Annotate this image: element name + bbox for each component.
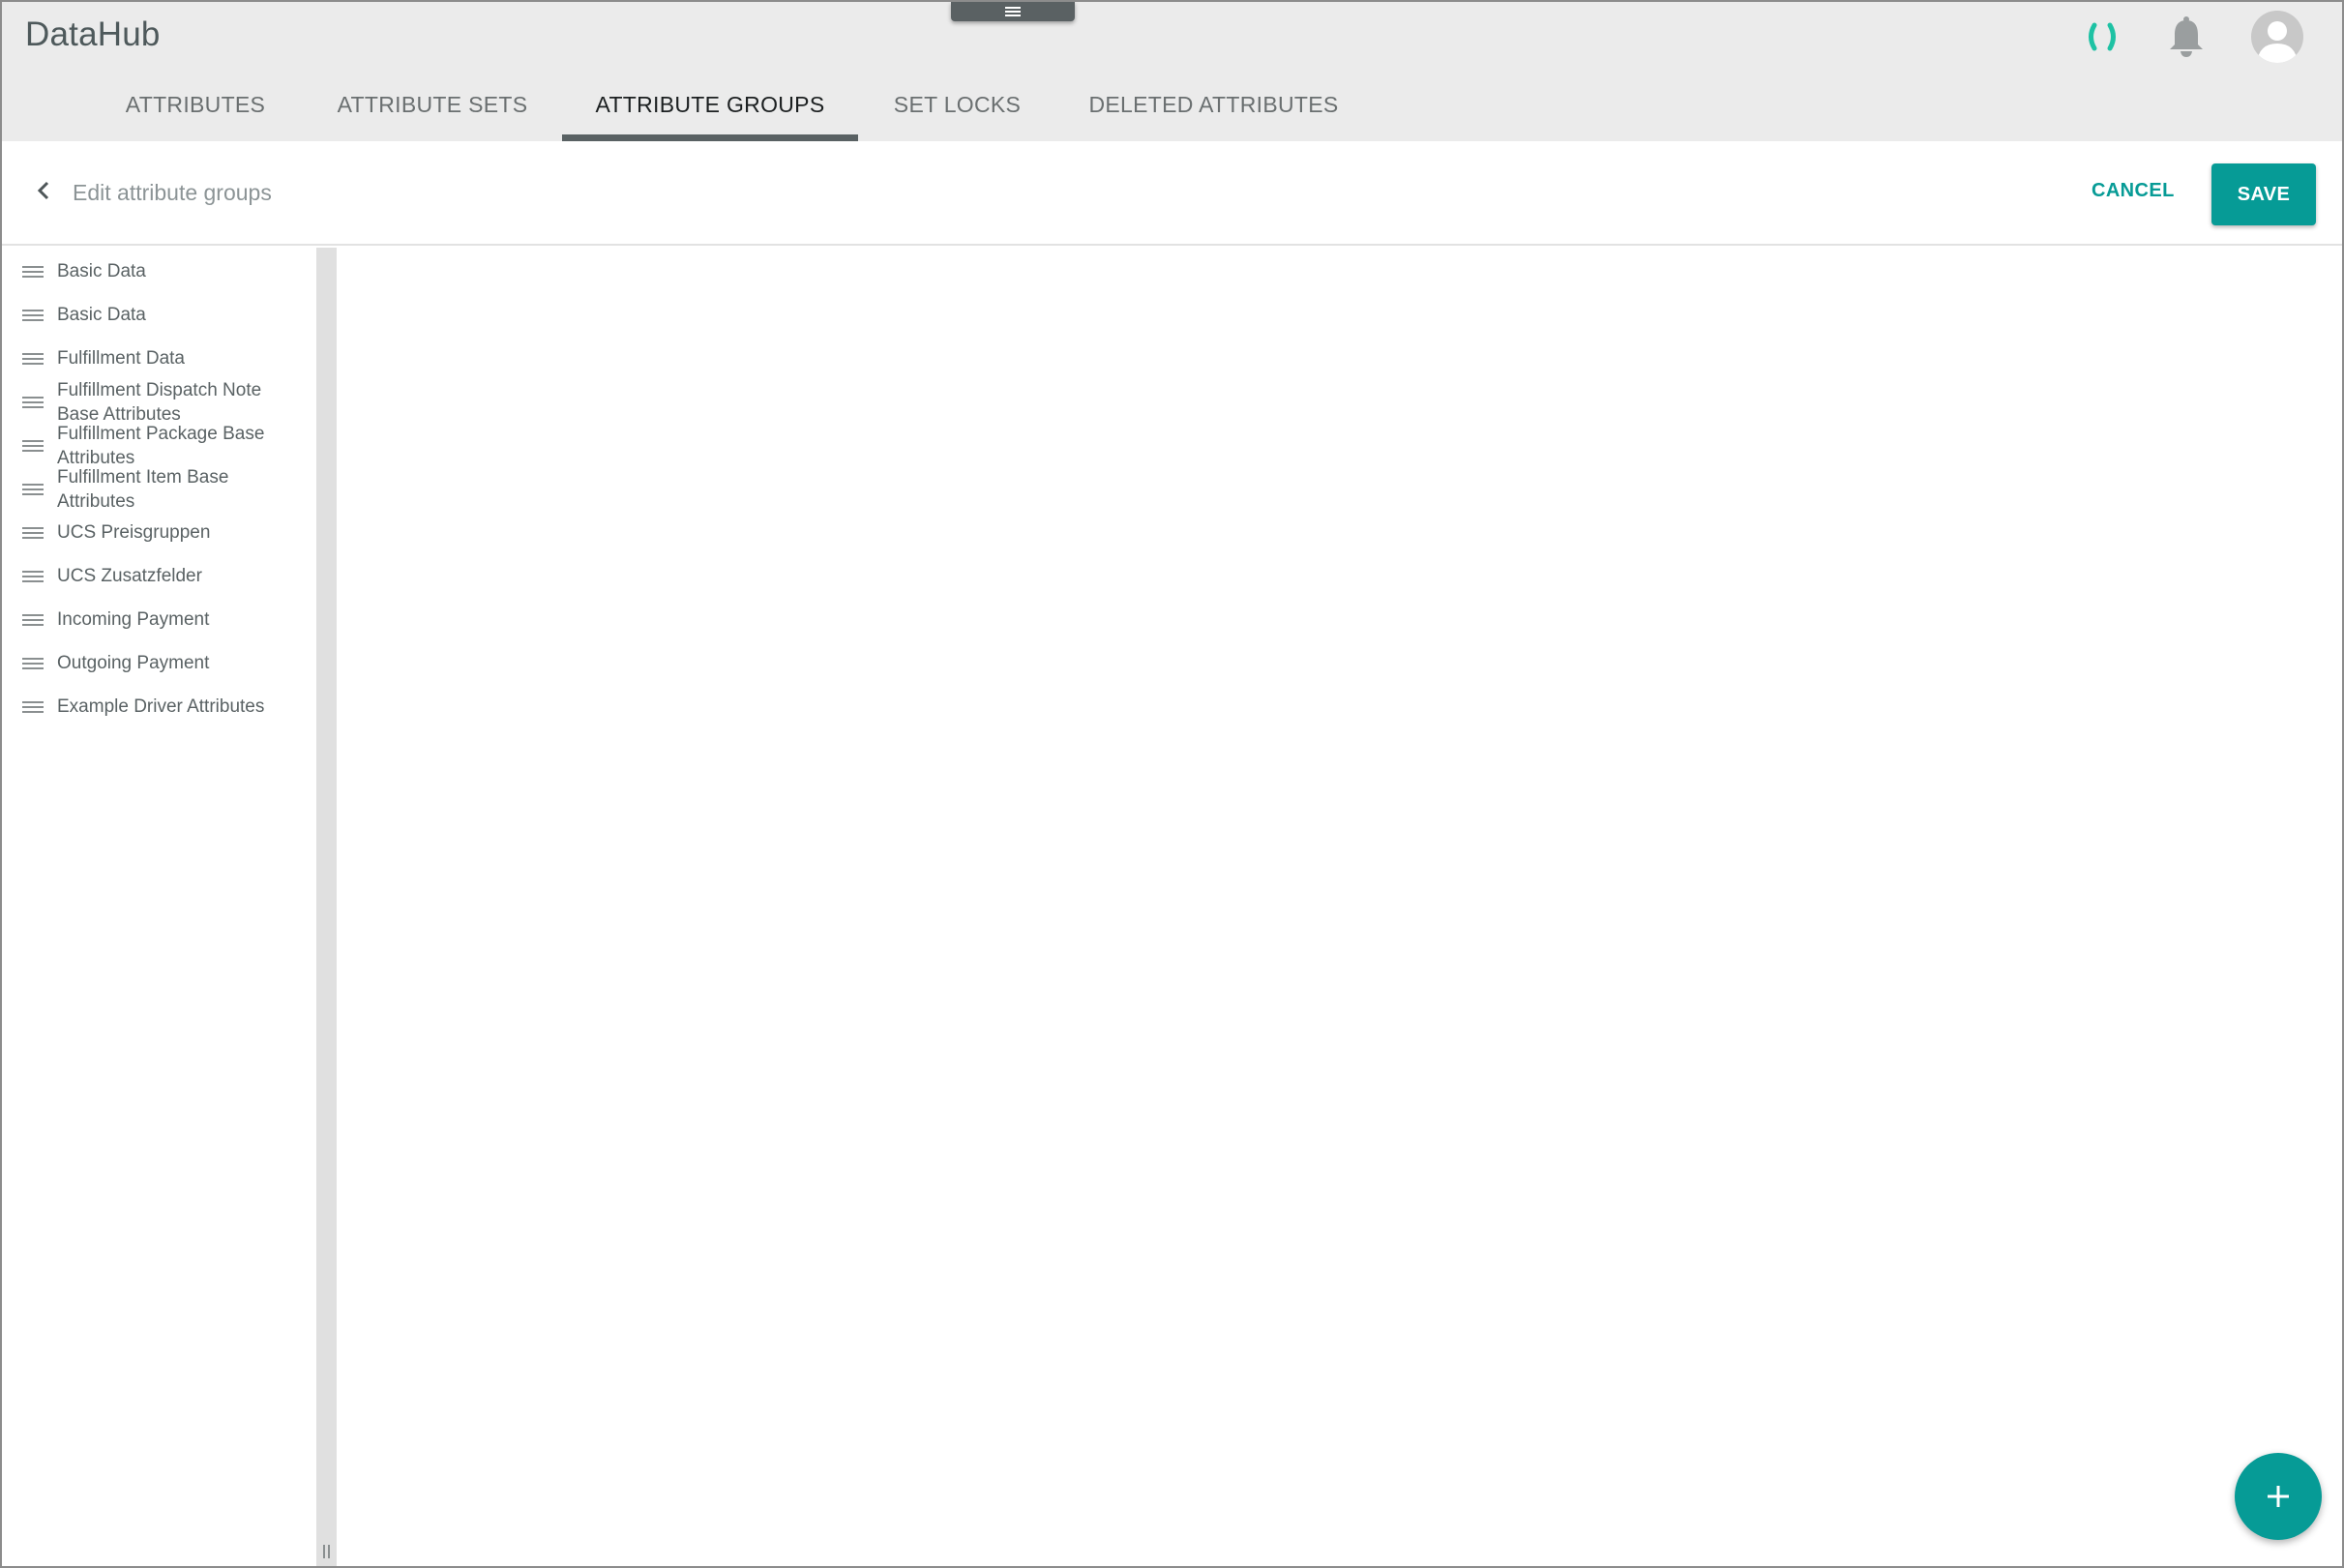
edit-toolbar: Edit attribute groups CANCEL SAVE	[2, 141, 2342, 246]
drag-handle-icon[interactable]	[22, 439, 44, 453]
attribute-group-label: Basic Data	[57, 261, 146, 281]
attribute-group-item[interactable]: Basic Data	[2, 250, 316, 293]
drag-handle-icon[interactable]	[22, 657, 44, 670]
drag-handle-icon[interactable]	[22, 700, 44, 714]
tab-deleted-attributes[interactable]: DELETED ATTRIBUTES	[1076, 83, 1351, 141]
attribute-group-item[interactable]: UCS Zusatzfelder	[2, 554, 316, 598]
attribute-group-label: UCS Preisgruppen	[57, 522, 211, 543]
app-title: DataHub	[25, 15, 161, 53]
tab-attribute-groups[interactable]: ATTRIBUTE GROUPS	[562, 83, 858, 141]
attribute-group-label: UCS Zusatzfelder	[57, 566, 202, 586]
drag-handle-icon[interactable]	[22, 309, 44, 322]
page-title: Edit attribute groups	[73, 180, 272, 205]
attribute-group-item[interactable]: Fulfillment Dispatch Note Base Attribute…	[2, 379, 316, 425]
drag-handle-icon[interactable]	[22, 396, 44, 409]
tab-attribute-sets[interactable]: ATTRIBUTE SETS	[321, 83, 544, 141]
attribute-group-item[interactable]: Fulfillment Item Base Attributes	[2, 466, 316, 512]
app-header: DataHub ATTRIBUTES ATTRIBUTE SETS ATTRIB…	[2, 2, 2342, 141]
menu-handle-button[interactable]	[951, 2, 1075, 21]
attribute-group-label: Outgoing Payment	[57, 653, 210, 673]
user-avatar[interactable]	[2251, 11, 2303, 63]
tab-bar: ATTRIBUTES ATTRIBUTE SETS ATTRIBUTE GROU…	[2, 83, 2342, 141]
tab-attributes[interactable]: ATTRIBUTES	[108, 83, 282, 141]
resize-grip-icon[interactable]	[322, 1545, 332, 1558]
attribute-group-label: Fulfillment Package Base Attributes	[57, 423, 265, 468]
tab-label: DELETED ATTRIBUTES	[1088, 92, 1339, 117]
attribute-group-item[interactable]: Fulfillment Data	[2, 337, 316, 380]
attribute-group-label: Example Driver Attributes	[57, 696, 265, 717]
app-window: DataHub ATTRIBUTES ATTRIBUTE SETS ATTRIB…	[0, 0, 2344, 1568]
tab-label: ATTRIBUTE GROUPS	[595, 92, 825, 117]
add-group-button[interactable]	[2235, 1453, 2322, 1540]
drag-handle-icon[interactable]	[22, 352, 44, 366]
attribute-group-label: Incoming Payment	[57, 609, 210, 630]
drag-handle-icon[interactable]	[22, 265, 44, 279]
tab-label: ATTRIBUTES	[125, 92, 266, 117]
chevron-left-icon[interactable]	[31, 178, 56, 203]
attribute-group-item[interactable]: UCS Preisgruppen	[2, 511, 316, 554]
bell-icon[interactable]	[2167, 15, 2206, 58]
attribute-group-label: Fulfillment Dispatch Note Base Attribute…	[57, 379, 262, 425]
drag-handle-icon[interactable]	[22, 526, 44, 540]
active-tab-indicator	[562, 134, 858, 141]
attribute-group-label: Fulfillment Data	[57, 348, 185, 369]
save-button[interactable]: SAVE	[2211, 163, 2316, 225]
group-detail-panel	[337, 248, 2342, 1566]
tab-set-locks[interactable]: SET LOCKS	[877, 83, 1037, 141]
attribute-group-item[interactable]: Fulfillment Package Base Attributes	[2, 423, 316, 468]
drag-handle-icon[interactable]	[22, 483, 44, 496]
attribute-group-label: Fulfillment Item Base Attributes	[57, 466, 229, 512]
tab-label: ATTRIBUTE SETS	[337, 92, 528, 117]
attribute-group-item[interactable]: Outgoing Payment	[2, 641, 316, 685]
attribute-group-list: Basic Data Basic Data Fulfillment Data Fulf…	[2, 248, 316, 1566]
drag-handle-icon[interactable]	[22, 570, 44, 583]
user-avatar-icon	[2257, 21, 2298, 63]
list-scrollbar[interactable]	[316, 248, 337, 1566]
menu-handle-icon	[1005, 7, 1021, 16]
cancel-button[interactable]: CANCEL	[2092, 180, 2175, 202]
attribute-group-item[interactable]: Incoming Payment	[2, 598, 316, 641]
attribute-group-label: Basic Data	[57, 305, 146, 325]
sync-icon[interactable]	[2085, 19, 2120, 54]
tab-label: SET LOCKS	[893, 92, 1022, 117]
attribute-group-item[interactable]: Example Driver Attributes	[2, 685, 316, 728]
attribute-group-item[interactable]: Basic Data	[2, 293, 316, 337]
plus-icon	[2268, 1486, 2289, 1507]
drag-handle-icon[interactable]	[22, 613, 44, 627]
